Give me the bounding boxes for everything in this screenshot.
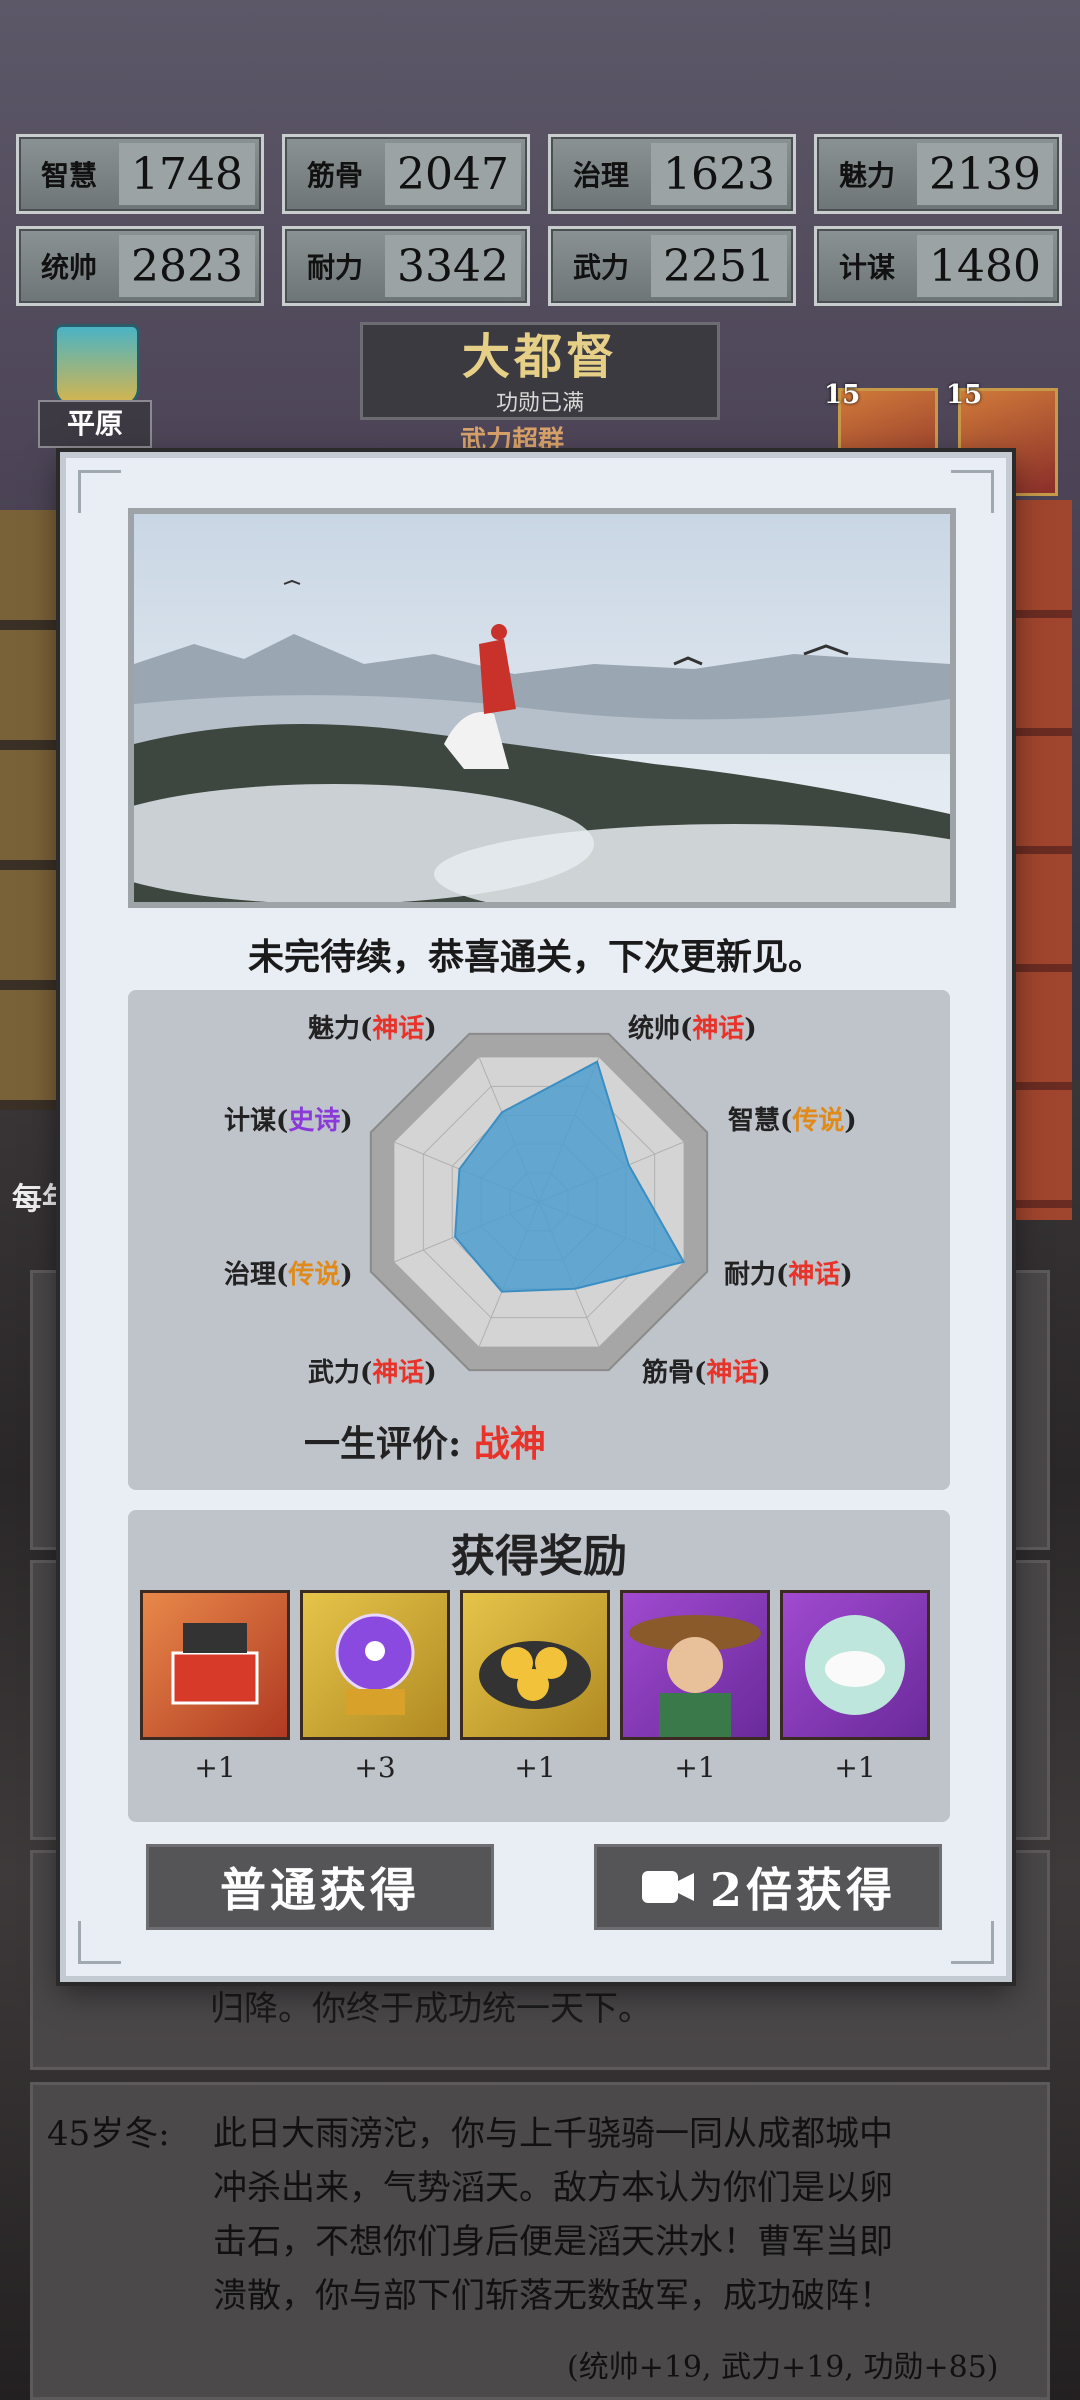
ending-modal: 未完待续，恭喜通关，下次更新见。 魅力(神话) 统帅(神话) 智慧(传说) 计谋… bbox=[60, 452, 1012, 1982]
radar-label-endurance: 耐力(神话) bbox=[724, 1260, 853, 1290]
stat-value: 2047 bbox=[385, 143, 521, 205]
life-evaluation-value: 战神 bbox=[473, 1423, 546, 1465]
radar-label-governance: 治理(传说) bbox=[224, 1260, 353, 1290]
gift-box-icon[interactable]: +1 bbox=[140, 1590, 290, 1784]
stat-label: 武力 bbox=[572, 251, 629, 284]
stat-command: 统帅 2823 bbox=[16, 226, 264, 306]
stat-wisdom: 智慧 1748 bbox=[16, 134, 264, 214]
rice-bowl-icon[interactable]: +1 bbox=[780, 1590, 930, 1784]
buns-plate-icon[interactable]: +1 bbox=[460, 1590, 610, 1784]
radar-panel: 魅力(神话) 统帅(神话) 智慧(传说) 计谋(史诗) 治理(传说) 耐力(神话… bbox=[128, 990, 950, 1490]
log-entry-line: 击石，不想你们身后便是滔天洪水！曹军当即 bbox=[213, 2222, 893, 2262]
rank-plaque: 大都督 功勋已满 bbox=[360, 322, 720, 420]
stat-value: 2251 bbox=[651, 235, 787, 297]
hero-level: 15 bbox=[946, 380, 983, 410]
radar-label-command: 统帅(神话) bbox=[628, 1014, 757, 1044]
stat-label: 筋骨 bbox=[306, 159, 363, 192]
corner-ornament bbox=[951, 470, 994, 513]
stat-value: 3342 bbox=[385, 235, 521, 297]
stat-label: 魅力 bbox=[838, 159, 895, 192]
hero-portrait-icon[interactable]: +1 bbox=[620, 1590, 770, 1784]
stat-label: 统帅 bbox=[40, 251, 97, 284]
stat-strategy: 计谋 1480 bbox=[814, 226, 1062, 306]
ending-caption: 未完待续，恭喜通关，下次更新见。 bbox=[247, 936, 824, 978]
radar-label-wisdom: 智慧(传说) bbox=[728, 1106, 857, 1136]
corner-ornament bbox=[78, 1921, 121, 1964]
log-entry-result: (统帅+19, 武力+19, 功勋+85) bbox=[567, 2350, 999, 2385]
log-entry-line: 此日大雨滂沱，你与上千骁骑一同从成都城中 bbox=[213, 2114, 893, 2154]
reward-count: +1 bbox=[834, 1751, 876, 1784]
ending-illustration bbox=[128, 508, 956, 908]
life-evaluation: 一生评价: 战神 bbox=[304, 1415, 546, 1467]
stat-charm: 魅力 2139 bbox=[814, 134, 1062, 214]
stat-governance: 治理 1623 bbox=[548, 134, 796, 214]
log-entry-line: 冲杀出来，气势滔天。敌方本认为你们是以卵 bbox=[213, 2168, 893, 2208]
crown-icon bbox=[54, 324, 140, 408]
log-entry-line: 溃散，你与部下们斩落无数敌军，成功破阵！ bbox=[213, 2276, 893, 2316]
radar-label-physique: 筋骨(神话) bbox=[642, 1358, 771, 1388]
region-badge[interactable]: 平原 bbox=[24, 320, 164, 465]
claim-normal-button[interactable]: 普通获得 bbox=[146, 1844, 494, 1930]
reward-count: +1 bbox=[194, 1751, 236, 1784]
stat-value: 1480 bbox=[917, 235, 1053, 297]
stat-label: 计谋 bbox=[838, 251, 895, 284]
rank-title: 大都督 bbox=[461, 329, 618, 385]
reward-count: +1 bbox=[674, 1751, 716, 1784]
rank-subtitle: 功勋已满 bbox=[495, 391, 584, 416]
life-evaluation-label: 一生评价: bbox=[304, 1423, 462, 1465]
left-card-strip bbox=[0, 510, 60, 1110]
radar-label-force: 武力(神话) bbox=[308, 1358, 437, 1388]
claim-double-button[interactable]: 2倍获得 bbox=[594, 1844, 942, 1930]
crystal-orb-icon[interactable]: +3 bbox=[300, 1590, 450, 1784]
stat-force: 武力 2251 bbox=[548, 226, 796, 306]
stat-endurance: 耐力 3342 bbox=[282, 226, 530, 306]
radar-label-strategy: 计谋(史诗) bbox=[224, 1106, 353, 1136]
stat-value: 1748 bbox=[119, 143, 255, 205]
log-entry: 45岁冬: 此日大雨滂沱，你与上千骁骑一同从成都城中 冲杀出来，气势滔天。敌方本… bbox=[30, 2082, 1050, 2400]
stat-value: 1623 bbox=[651, 143, 787, 205]
claim-normal-label: 普通获得 bbox=[220, 1863, 420, 1917]
corner-ornament bbox=[78, 470, 121, 513]
claim-double-label: 2倍获得 bbox=[709, 1863, 896, 1917]
radar-label-charm: 魅力(神话) bbox=[308, 1014, 437, 1044]
stat-physique: 筋骨 2047 bbox=[282, 134, 530, 214]
right-hero-strip bbox=[1012, 500, 1072, 1220]
corner-ornament bbox=[951, 1921, 994, 1964]
stat-value: 2823 bbox=[119, 235, 255, 297]
reward-panel: 获得奖励 +1 +3 +1 +1 +1 bbox=[128, 1510, 950, 1822]
log-entry-time: 45岁冬: bbox=[47, 2114, 170, 2154]
stat-label: 治理 bbox=[572, 159, 629, 192]
reward-count: +1 bbox=[514, 1751, 556, 1784]
video-camera-icon bbox=[641, 1871, 694, 1903]
stat-label: 耐力 bbox=[306, 251, 363, 284]
reward-count: +3 bbox=[354, 1751, 396, 1784]
stat-value: 2139 bbox=[917, 143, 1053, 205]
stat-label: 智慧 bbox=[40, 159, 97, 192]
log-peek-text: 归降。你终于成功统一天下。 bbox=[210, 1989, 652, 2029]
hero-level: 15 bbox=[824, 380, 861, 410]
reward-title: 获得奖励 bbox=[451, 1531, 627, 1582]
radar-chart bbox=[369, 1032, 709, 1372]
landscape-image bbox=[134, 514, 950, 902]
region-label: 平原 bbox=[38, 400, 152, 448]
